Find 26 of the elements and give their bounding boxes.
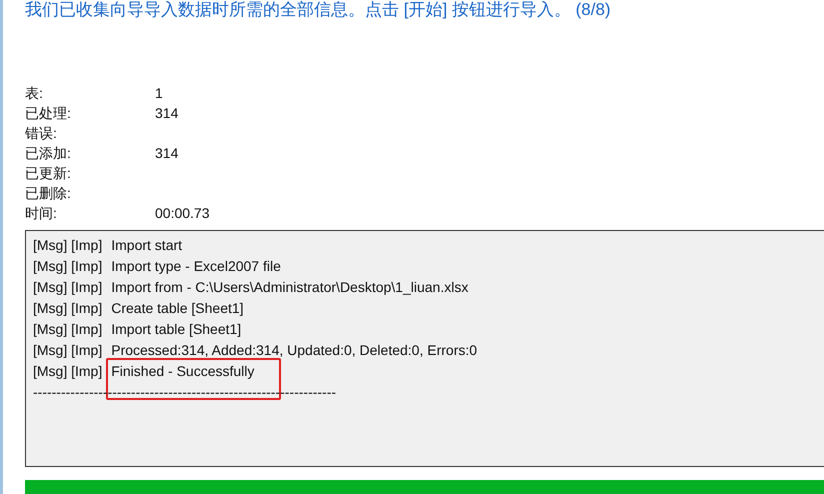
log-source: [Msg] [Imp]: [33, 320, 102, 339]
stat-label: 已删除:: [25, 184, 72, 203]
log-source: [Msg] [Imp]: [33, 236, 102, 255]
stat-value: 1: [155, 84, 163, 103]
log-message: Finished - Successfully: [111, 363, 254, 379]
log-message: Processed:314, Added:314, Updated:0, Deleted:0, Errors:0: [111, 342, 478, 358]
stat-label: 表:: [25, 84, 44, 103]
stat-value: 314: [155, 144, 178, 163]
log-source: [Msg] [Imp]: [33, 299, 102, 318]
log-source: [Msg] [Imp]: [33, 278, 102, 297]
log-message: Import type - Excel2007 file: [111, 258, 281, 274]
log-message: Create table [Sheet1]: [111, 300, 244, 316]
stat-label: 已添加:: [25, 144, 72, 163]
stat-label: 已更新:: [25, 164, 72, 183]
log-source: [Msg] [Imp]: [33, 341, 102, 360]
wizard-instruction: 我们已收集向导导入数据时所需的全部信息。点击 [开始] 按钮进行导入。 (8/8): [25, 0, 611, 20]
stat-value: 00:00.73: [155, 204, 210, 223]
log-message: Import table [Sheet1]: [111, 321, 242, 337]
stat-label: 时间:: [25, 204, 58, 223]
stat-value: 314: [155, 104, 178, 123]
log-message: Import from - C:\Users\Administrator\Desktop\1_liuan.xlsx: [111, 279, 468, 295]
log-message: Import start: [111, 237, 182, 253]
log-source: [Msg] [Imp]: [33, 362, 102, 381]
stat-label: 错误:: [25, 124, 58, 143]
stat-label: 已处理:: [25, 104, 72, 123]
log-source: [Msg] [Imp]: [33, 257, 102, 276]
